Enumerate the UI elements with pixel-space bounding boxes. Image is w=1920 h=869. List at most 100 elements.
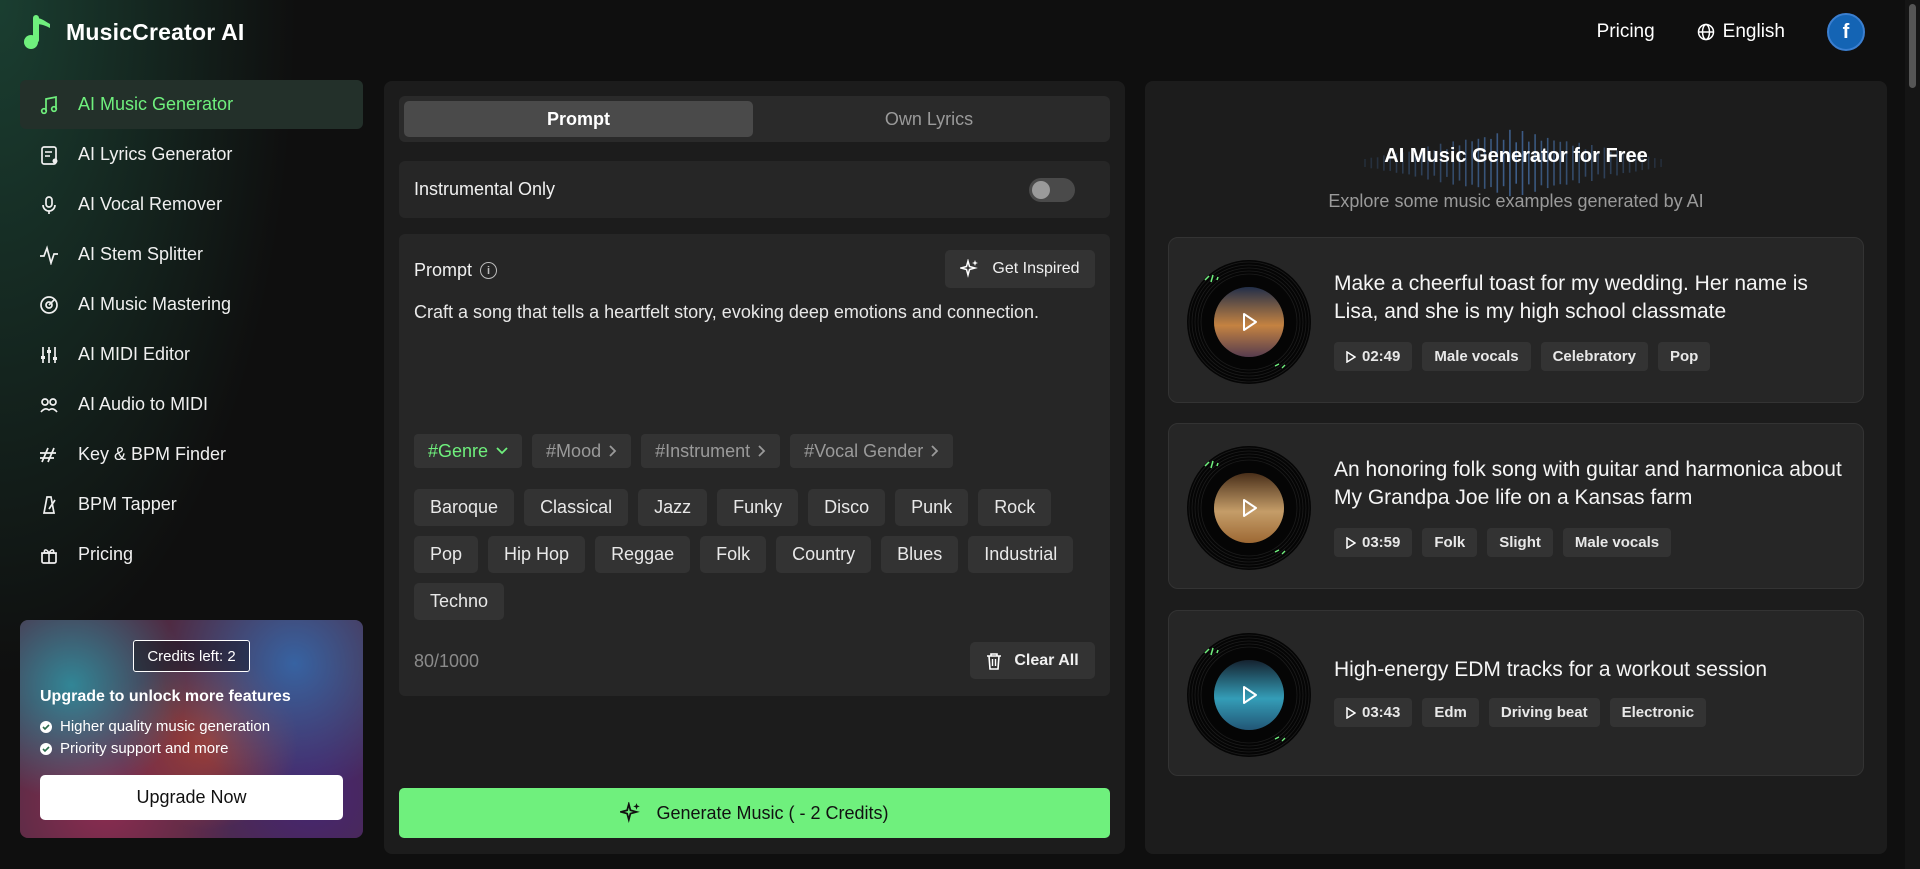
clear-all-label: Clear All xyxy=(1014,651,1079,669)
song-title: An honoring folk song with guitar and ha… xyxy=(1334,458,1842,509)
sidebar-item-key-bpm-finder[interactable]: Key & BPM Finder xyxy=(20,430,363,479)
get-inspired-label: Get Inspired xyxy=(992,260,1080,277)
scrollbar-thumb[interactable] xyxy=(1909,4,1916,88)
sidebar-item-ai-lyrics-generator[interactable]: AI Lyrics Generator xyxy=(20,130,363,179)
example-song-card[interactable]: High-energy EDM tracks for a workout ses… xyxy=(1168,610,1864,776)
generator-panel: Prompt Own Lyrics Instrumental Only Prom… xyxy=(384,81,1125,854)
genre-chip[interactable]: Baroque xyxy=(414,489,515,526)
example-song-card[interactable]: An honoring folk song with guitar and ha… xyxy=(1168,423,1864,589)
sidebar-item-pricing[interactable]: Pricing xyxy=(20,530,363,579)
sidebar-item-label: BPM Tapper xyxy=(78,494,177,514)
generate-music-button[interactable]: Generate Music ( - 2 Credits) xyxy=(399,788,1110,838)
example-song-card[interactable]: Make a cheerful toast for my wedding. He… xyxy=(1168,237,1864,403)
audio-midi-icon xyxy=(38,394,60,416)
genre-chip[interactable]: Blues xyxy=(881,536,959,573)
sliders-icon xyxy=(38,344,60,366)
play-small-icon xyxy=(1346,350,1356,363)
duration-text: 03:43 xyxy=(1362,704,1401,721)
sidebar-item-bpm-tapper[interactable]: BPM Tapper xyxy=(20,480,363,529)
category-tab-vocal-gender[interactable]: #Vocal Gender xyxy=(790,434,954,468)
microphone-icon xyxy=(38,194,60,216)
song-tag: Celebratory xyxy=(1540,342,1648,371)
play-icon[interactable] xyxy=(1239,498,1259,518)
genre-chip[interactable]: Hip Hop xyxy=(488,536,586,573)
duration-badge: 03:59 xyxy=(1334,528,1413,557)
genre-chip[interactable]: Industrial xyxy=(968,536,1074,573)
song-tag: Electronic xyxy=(1609,698,1707,727)
chevron-right-icon xyxy=(609,445,617,457)
header-pricing-link[interactable]: Pricing xyxy=(1597,21,1655,43)
prompt-textarea[interactable]: Craft a song that tells a heartfelt stor… xyxy=(414,302,1039,323)
category-label: #Instrument xyxy=(655,440,751,461)
sidebar-item-ai-stem-splitter[interactable]: AI Stem Splitter xyxy=(20,230,363,279)
song-tag: Slight xyxy=(1487,528,1553,557)
category-tab-instrument[interactable]: #Instrument xyxy=(641,434,781,468)
play-small-icon xyxy=(1346,706,1356,719)
brand-name: MusicCreator AI xyxy=(66,18,245,45)
genre-chip[interactable]: Pop xyxy=(414,536,479,573)
examples-panel: AI Music Generator for Free Explore some… xyxy=(1145,81,1887,854)
upgrade-now-button[interactable]: Upgrade Now xyxy=(40,775,343,820)
promo-title: Upgrade to unlock more features xyxy=(40,688,291,705)
sidebar-item-label: AI Audio to MIDI xyxy=(78,394,209,414)
sidebar-item-label: Key & BPM Finder xyxy=(78,444,227,464)
language-selector[interactable]: English xyxy=(1697,21,1785,43)
category-tab-genre[interactable]: #Genre xyxy=(414,434,523,468)
avatar[interactable]: f xyxy=(1827,13,1865,51)
genre-chip[interactable]: Disco xyxy=(808,489,886,526)
play-icon[interactable] xyxy=(1239,312,1259,332)
genre-chip[interactable]: Punk xyxy=(895,489,969,526)
genre-chip[interactable]: Techno xyxy=(414,583,505,620)
key-bpm-icon xyxy=(38,444,60,466)
genre-chip[interactable]: Jazz xyxy=(638,489,708,526)
generate-music-label: Generate Music ( - 2 Credits) xyxy=(656,802,889,823)
sparkle-icon xyxy=(620,802,641,823)
sidebar-item-ai-music-generator[interactable]: AI Music Generator xyxy=(20,80,363,129)
genre-chip[interactable]: Classical xyxy=(524,489,629,526)
mode-tabs: Prompt Own Lyrics xyxy=(399,96,1110,142)
trash-icon xyxy=(987,652,1002,670)
upgrade-promo: Credits left: 2 Upgrade to unlock more f… xyxy=(20,620,363,838)
instrumental-toggle[interactable] xyxy=(1029,178,1075,202)
prompt-heading: Prompt i xyxy=(414,260,498,281)
brand-logo[interactable]: MusicCreator AI xyxy=(22,14,245,50)
examples-subtitle: Explore some music examples generated by… xyxy=(1328,191,1704,211)
tab-own-lyrics[interactable]: Own Lyrics xyxy=(753,101,1105,137)
toggle-knob xyxy=(1032,181,1050,199)
music-note-icon xyxy=(38,94,60,116)
promo-feature-text: Priority support and more xyxy=(60,740,229,757)
lyrics-doc-icon xyxy=(38,144,60,166)
get-inspired-button[interactable]: Get Inspired xyxy=(945,250,1095,288)
genre-chip[interactable]: Reggae xyxy=(595,536,691,573)
play-icon[interactable] xyxy=(1239,685,1259,705)
sidebar-item-label: AI MIDI Editor xyxy=(78,344,191,364)
promo-feature: Higher quality music generation xyxy=(40,718,270,735)
sidebar-item-ai-vocal-remover[interactable]: AI Vocal Remover xyxy=(20,180,363,229)
sidebar-item-label: AI Music Generator xyxy=(78,94,234,114)
tab-prompt[interactable]: Prompt xyxy=(404,101,753,137)
prompt-label: Prompt xyxy=(414,260,473,280)
promo-feature: Priority support and more xyxy=(40,740,228,757)
genre-chip[interactable]: Country xyxy=(776,536,872,573)
genre-chip[interactable]: Rock xyxy=(978,489,1052,526)
song-title: Make a cheerful toast for my wedding. He… xyxy=(1334,272,1808,323)
song-tags: 02:49 Male vocals Celebratory Pop xyxy=(1334,342,1711,371)
globe-icon xyxy=(1697,23,1714,41)
genre-chip[interactable]: Funky xyxy=(717,489,799,526)
song-tag: Male vocals xyxy=(1422,342,1531,371)
sidebar-item-ai-music-mastering[interactable]: AI Music Mastering xyxy=(20,280,363,329)
char-counter: 80/1000 xyxy=(414,651,480,671)
category-label: #Genre xyxy=(428,440,489,461)
genre-chip[interactable]: Folk xyxy=(700,536,767,573)
header-actions: Pricing English f xyxy=(1597,12,1865,52)
song-tag: Male vocals xyxy=(1562,528,1672,557)
sidebar-item-ai-audio-to-midi[interactable]: AI Audio to MIDI xyxy=(20,380,363,429)
info-icon[interactable]: i xyxy=(480,262,498,279)
sidebar-item-ai-midi-editor[interactable]: AI MIDI Editor xyxy=(20,330,363,379)
sidebar-nav: AI Music Generator AI Lyrics Generator AI … xyxy=(20,80,363,580)
clear-all-button[interactable]: Clear All xyxy=(970,642,1095,679)
category-tab-mood[interactable]: #Mood xyxy=(532,434,632,468)
promo-feature-text: Higher quality music generation xyxy=(60,718,271,735)
song-tags: 03:59 Folk Slight Male vocals xyxy=(1334,528,1672,557)
page-scrollbar[interactable] xyxy=(1905,0,1920,869)
